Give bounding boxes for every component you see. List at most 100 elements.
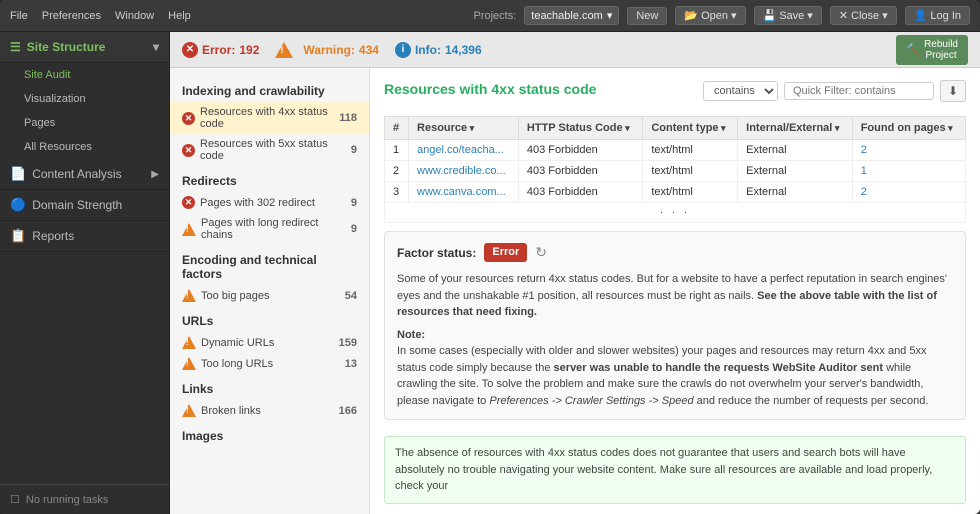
resource-link[interactable]: www.canva.com... [417,186,506,198]
audit-item-4xx[interactable]: ✕ Resources with 4xx status code 118 [170,102,369,134]
sidebar: ☰ Site Structure ▾ Site Audit Visualizat… [0,32,170,514]
row-int-ext: External [738,140,853,161]
user-icon: 👤 [914,9,928,22]
sidebar-content-analysis[interactable]: 📄 Content Analysis ▶ [0,159,169,190]
col-internal-external[interactable]: Internal/External [738,117,853,140]
audit-item-302[interactable]: ✕ Pages with 302 redirect 9 [170,192,369,213]
row-int-ext: External [738,161,853,182]
site-structure-icon: ☰ [10,40,21,54]
sidebar-item-pages[interactable]: Pages [0,111,169,135]
project-label: Projects: [473,10,516,22]
highlight-box: The absence of resources with 4xx status… [384,436,966,504]
section-title-links: Links [170,374,369,400]
table-dots: · · · [385,203,966,223]
audit-item-dynamic-urls[interactable]: Dynamic URLs 159 [170,332,369,353]
new-button[interactable]: New [627,7,667,25]
open-dropdown-icon: ▾ [731,9,737,22]
tasks-icon: ☐ [10,493,20,506]
found-on-link[interactable]: 1 [861,165,867,177]
table-row[interactable]: 2 www.credible.co... 403 Forbidden text/… [385,161,966,182]
section-title-images: Images [170,421,369,447]
export-button[interactable]: ⬇ [940,80,966,102]
login-button[interactable]: 👤 Log In [905,6,970,25]
col-resource[interactable]: Resource [409,117,519,140]
sidebar-domain-strength[interactable]: 🔵 Domain Strength [0,190,169,221]
col-num: # [385,117,409,140]
warning-icon-big-pages [182,289,196,302]
domain-strength-icon: 🔵 [10,197,26,213]
sidebar-item-all-resources[interactable]: All Resources [0,135,169,159]
audit-item-5xx[interactable]: ✕ Resources with 5xx status code 9 [170,134,369,166]
menu-preferences[interactable]: Preferences [42,10,101,22]
col-http-status[interactable]: HTTP Status Code [518,117,642,140]
sidebar-no-running-tasks: ☐ No running tasks [0,484,169,514]
content-analysis-arrow-icon: ▶ [151,169,159,180]
refresh-icon[interactable]: ↻ [535,242,547,263]
status-error-badge: Error [484,243,527,262]
error-icon: ✕ [182,42,198,58]
found-on-link[interactable]: 2 [861,186,867,198]
section-title-indexing: Indexing and crawlability [170,76,369,102]
col-content-type[interactable]: Content type [643,117,738,140]
row-resource: www.canva.com... [409,182,519,203]
resource-link[interactable]: www.credible.co... [417,165,506,177]
row-content-type: text/html [643,161,738,182]
main-layout: ☰ Site Structure ▾ Site Audit Visualizat… [0,32,980,514]
open-icon: 📂 [684,9,698,22]
row-resource: www.credible.co... [409,161,519,182]
info-badge: i Info: 14,396 [395,42,482,58]
audit-item-big-pages[interactable]: Too big pages 54 [170,285,369,306]
menu-help[interactable]: Help [168,10,191,22]
filter-area: contains ⬇ [703,80,966,102]
row-found-on: 2 [852,182,965,203]
filter-input[interactable] [784,82,934,100]
audit-item-long-redirect[interactable]: Pages with long redirect chains 9 [170,213,369,245]
open-button[interactable]: 📂 Open ▾ [675,6,745,25]
menu-bar: File Preferences Window Help [10,10,191,22]
factor-status-header: Factor status: Error ↻ [397,242,953,263]
sidebar-reports[interactable]: 📋 Reports [0,221,169,252]
filter-type-select[interactable]: contains [703,81,778,101]
warning-icon-long-redirect [182,223,196,236]
sidebar-site-structure[interactable]: ☰ Site Structure ▾ [0,32,169,63]
found-on-link[interactable]: 2 [861,144,867,156]
menu-file[interactable]: File [10,10,28,22]
section-title-redirects: Redirects [170,166,369,192]
row-num: 2 [385,161,409,182]
audit-item-long-urls[interactable]: Too long URLs 13 [170,353,369,374]
title-bar-right: Projects: teachable.com ▾ New 📂 Open ▾ 💾… [473,6,970,25]
row-found-on: 1 [852,161,965,182]
title-bar: File Preferences Window Help Projects: t… [0,0,980,32]
row-content-type: text/html [643,182,738,203]
save-button[interactable]: 💾 Save ▾ [754,6,822,25]
content-analysis-icon: 📄 [10,166,26,182]
note-text: In some cases (especially with older and… [397,343,953,409]
rebuild-button[interactable]: 🔨 Rebuild Project [896,35,968,65]
table-row[interactable]: 1 angel.co/teaсha... 403 Forbidden text/… [385,140,966,161]
sidebar-item-site-audit[interactable]: Site Audit [0,63,169,87]
warning-icon-long-urls [182,357,196,370]
table-row-dots: · · · [385,203,966,223]
warning-badge: Warning: 434 [275,42,379,58]
save-dropdown-icon: ▾ [807,9,813,22]
close-button[interactable]: ✕ Close ▾ [830,6,897,25]
row-status: 403 Forbidden [518,161,642,182]
row-content-type: text/html [643,140,738,161]
sidebar-item-visualization[interactable]: Visualization [0,87,169,111]
table-row[interactable]: 3 www.canva.com... 403 Forbidden text/ht… [385,182,966,203]
audit-item-broken-links[interactable]: Broken links 166 [170,400,369,421]
resources-table: # Resource HTTP Status Code Content type… [384,116,966,223]
col-found-on[interactable]: Found on pages [852,117,965,140]
info-icon: i [395,42,411,58]
factor-label: Factor status: [397,244,476,262]
error-icon-302: ✕ [182,196,195,209]
dropdown-arrow-icon: ▾ [607,9,613,22]
row-num: 1 [385,140,409,161]
app-window: File Preferences Window Help Projects: t… [0,0,980,514]
project-select[interactable]: teachable.com ▾ [524,6,619,25]
section-title-urls: URLs [170,306,369,332]
rebuild-icon: 🔨 [906,43,920,56]
resource-link[interactable]: angel.co/teaсha... [417,144,504,156]
menu-window[interactable]: Window [115,10,154,22]
close-dropdown-icon: ▾ [882,9,888,22]
